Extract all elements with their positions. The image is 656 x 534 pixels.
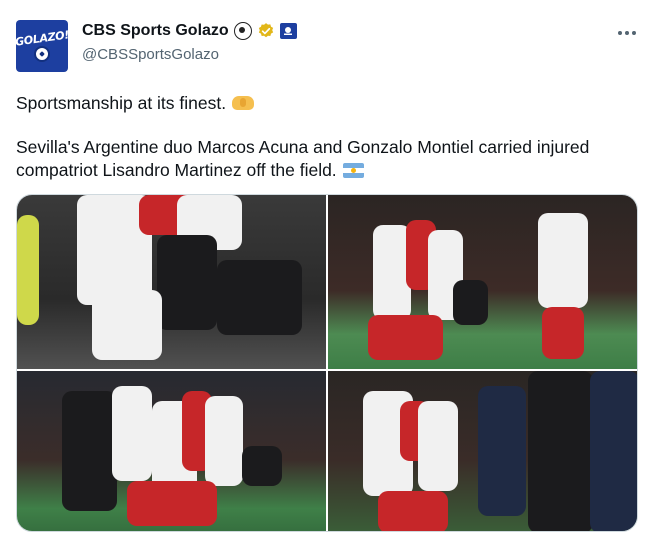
tweet-text-line1: Sportsmanship at its finest.: [16, 92, 255, 115]
tweet-text-sentence-1: Sportsmanship at its finest.: [16, 93, 227, 113]
photo-3[interactable]: [17, 371, 326, 531]
affiliate-badge-icon[interactable]: [279, 23, 297, 39]
staff-member: [590, 371, 637, 531]
photo-1[interactable]: [17, 195, 326, 369]
display-name[interactable]: CBS Sports Golazo: [82, 22, 229, 40]
media-grid: [16, 194, 638, 532]
tweet-text-line2: Sevilla's Argentine duo Marcos Acuna and…: [16, 136, 616, 182]
photo-2[interactable]: [328, 195, 637, 369]
handle[interactable]: @CBSSportsGolazo: [82, 46, 219, 63]
dot-icon: [632, 31, 636, 35]
player-socks: [542, 307, 584, 359]
argentina-flag-icon: [342, 163, 364, 178]
player-socks: [368, 315, 443, 360]
more-options-button[interactable]: [612, 22, 642, 44]
soccer-ball-icon: [233, 22, 252, 40]
tweet-text-sentence-2: Sevilla's Argentine duo Marcos Acuna and…: [16, 137, 590, 180]
player-white-kit: [205, 396, 243, 486]
injured-player-legs: [157, 235, 217, 330]
player-shorts: [92, 290, 162, 360]
player-socks: [127, 481, 217, 526]
dot-icon: [625, 31, 629, 35]
dot-icon: [618, 31, 622, 35]
verified-gold-check-icon[interactable]: [257, 22, 275, 40]
avatar[interactable]: GOLAZO!: [16, 20, 68, 72]
steward: [17, 215, 39, 325]
player-white-kit: [418, 401, 458, 491]
player-white-kit: [538, 213, 588, 308]
handshake-icon: [232, 96, 255, 110]
photo-4[interactable]: [328, 371, 637, 531]
name-row: CBS Sports Golazo: [82, 22, 297, 40]
bag: [217, 260, 302, 335]
bag: [242, 446, 282, 486]
bag: [453, 280, 488, 325]
player-white-kit: [112, 386, 152, 481]
staff-member: [62, 391, 117, 511]
avatar-ball-icon: [34, 46, 50, 62]
player-socks: [378, 491, 448, 531]
staff-member: [478, 386, 526, 516]
staff-member: [528, 371, 593, 531]
